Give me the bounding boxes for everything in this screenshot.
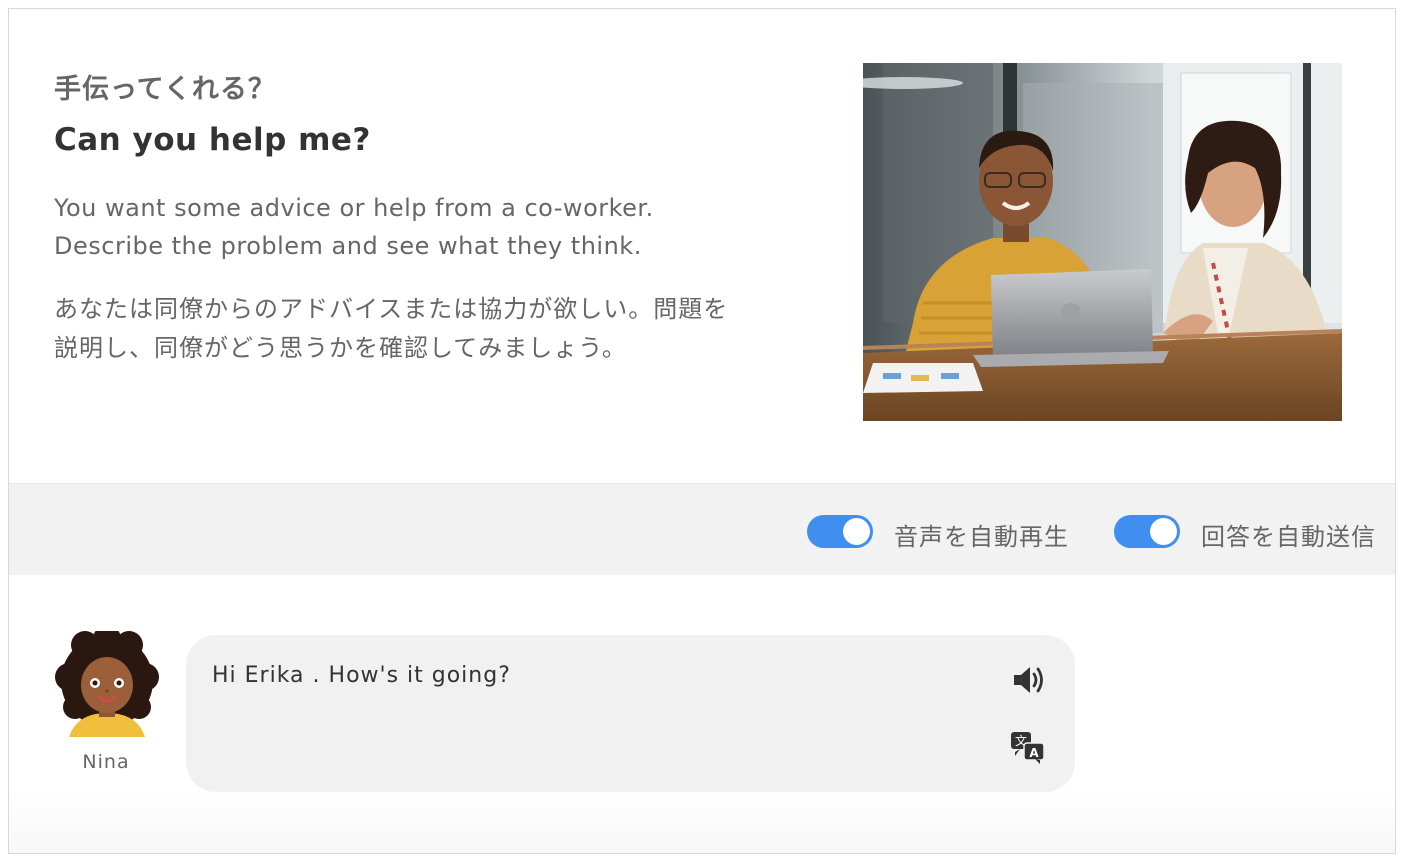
- avatar: [55, 625, 159, 743]
- scenario-title-jp: 手伝ってくれる？: [54, 74, 276, 105]
- scenario-description-en: You want some advice or help from a co-w…: [54, 194, 654, 260]
- settings-bar: 音声を自動再生 回答を自動送信: [9, 483, 1395, 575]
- chat-message-bubble: Hi Erika . How's it going? 文 A: [186, 635, 1075, 792]
- auto-submit-label: 回答を自動送信: [1201, 523, 1376, 551]
- scenario-description-jp: あなたは同僚からのアドバイスまたは協力が欲しい。問題を 説明し、同僚がどう思うか…: [54, 295, 729, 362]
- chat-area: Nina Hi Erika . How's it going? 文 A: [9, 575, 1395, 853]
- app-frame: 手伝ってくれる？ Can you help me? You want some …: [8, 8, 1396, 854]
- autoplay-audio-label: 音声を自動再生: [894, 523, 1069, 551]
- scenario-intro: 手伝ってくれる？ Can you help me? You want some …: [9, 9, 1395, 483]
- scenario-title-en: Can you help me?: [54, 122, 371, 158]
- toggle-knob: [843, 518, 870, 545]
- play-audio-button[interactable]: [1008, 660, 1048, 700]
- autoplay-audio-toggle[interactable]: [807, 515, 873, 548]
- auto-submit-toggle[interactable]: [1114, 515, 1180, 548]
- speaker-name: Nina: [82, 751, 130, 773]
- translate-button[interactable]: 文 A: [1008, 728, 1048, 768]
- toggle-knob: [1150, 518, 1177, 545]
- svg-text:A: A: [1029, 746, 1039, 760]
- scenario-photo: [863, 63, 1342, 421]
- speaker-icon: [1014, 667, 1043, 693]
- translate-icon: 文 A: [1011, 732, 1045, 764]
- chat-message-text: Hi Erika . How's it going?: [212, 663, 511, 688]
